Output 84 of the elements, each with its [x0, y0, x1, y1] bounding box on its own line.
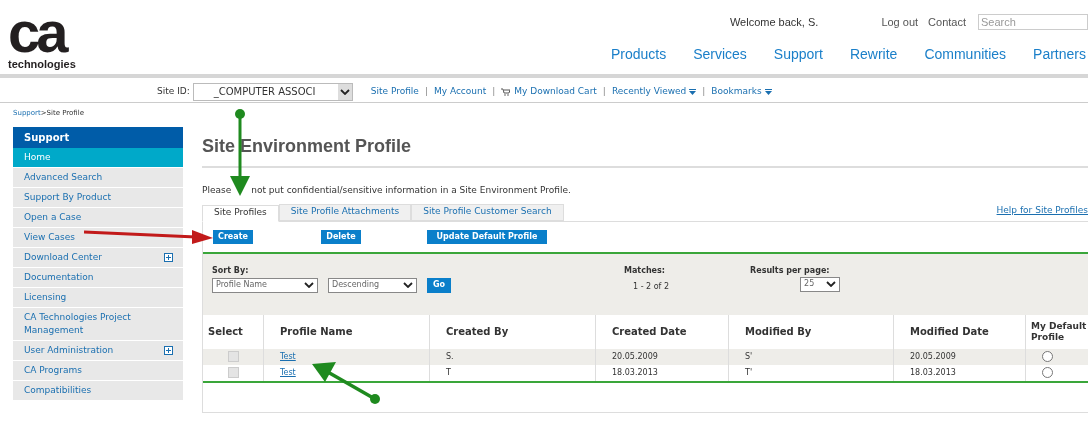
sidebar-item[interactable]: Compatibilities — [13, 381, 183, 401]
profile-link[interactable]: Test — [280, 350, 296, 363]
nav-link[interactable]: Partners — [1033, 44, 1086, 65]
notice-text: Please — [202, 184, 232, 197]
logo-wordmark: ca — [8, 12, 66, 52]
notice-text: not put confidential/sensitive information in a Site Environment Profile. — [251, 184, 571, 197]
annotation-arrow — [312, 362, 382, 406]
site-link[interactable]: My Account — [433, 84, 487, 99]
expand-icon — [164, 253, 173, 262]
sort-field-dropdown[interactable]: Profile Name — [212, 277, 318, 293]
nav-link[interactable]: Support — [773, 44, 823, 65]
sidebar-item[interactable]: View Cases — [13, 228, 183, 248]
cart-icon — [501, 87, 511, 96]
profile-link[interactable]: Test — [280, 366, 296, 379]
table-cell: 20.05.2009 — [910, 350, 956, 363]
nav-link[interactable]: Rewrite — [849, 44, 898, 65]
link-separator: | — [424, 84, 428, 98]
column-header: Created Date — [612, 325, 687, 339]
matches-value: 1 - 2 of 2 — [633, 280, 670, 293]
default-radio[interactable] — [1042, 367, 1053, 378]
nav-link[interactable]: Products — [610, 44, 667, 65]
column-header: Modified By — [745, 325, 812, 339]
sort-order-dropdown[interactable]: Descending — [328, 277, 417, 293]
dropdown-icon — [689, 88, 697, 95]
site-link[interactable]: Recently Viewed — [611, 84, 687, 99]
column-header: Modified Date — [910, 325, 989, 339]
table-cell: 18.03.2013 — [910, 366, 956, 379]
sidebar-title: Support — [13, 127, 183, 148]
sidebar-item[interactable]: CA Programs — [13, 361, 183, 381]
action-button[interactable]: Update Default Profile — [427, 229, 547, 244]
table-cell: T' — [745, 366, 753, 379]
sidebar-item[interactable]: Download Center — [13, 248, 183, 268]
default-radio[interactable] — [1042, 351, 1053, 362]
sidebar-item[interactable]: User Administration — [13, 341, 183, 361]
row-checkbox[interactable] — [227, 367, 239, 378]
go-button[interactable]: Go — [427, 277, 451, 293]
action-button[interactable]: Create — [213, 229, 253, 244]
column-header: Profile Name — [280, 325, 353, 339]
nav-link[interactable]: Communities — [924, 44, 1007, 65]
sidebar-item[interactable]: Documentation — [13, 268, 183, 288]
per-page-dropdown[interactable]: 25 — [800, 276, 841, 292]
matches-label: Matches: — [624, 264, 666, 277]
help-link[interactable]: Help for Site Profiles — [996, 204, 1088, 218]
column-header: My Default Profile — [1031, 320, 1088, 343]
sort-label: Sort By: — [212, 264, 250, 277]
site-link[interactable]: Bookmarks — [711, 84, 762, 99]
table-cell: T — [446, 366, 451, 379]
tab[interactable]: Site Profile Customer Search — [411, 203, 564, 221]
per-page-label: Results per page: — [750, 264, 831, 277]
tab[interactable]: Site Profile Attachments — [278, 203, 412, 221]
nav-link[interactable]: Services — [693, 44, 747, 65]
welcome-text: Welcome back, S. — [729, 14, 819, 30]
table-cell: 18.03.2013 — [612, 366, 658, 379]
dropdown-icon — [764, 88, 772, 95]
caret-icon — [339, 88, 350, 95]
site-id-label: Site ID: — [157, 84, 190, 98]
sidebar-item[interactable]: Licensing — [13, 288, 183, 308]
link-separator: | — [602, 84, 606, 98]
sidebar-item[interactable]: Open a Case — [13, 208, 183, 228]
site-id-dropdown[interactable]: _COMPUTER ASSOCI — [192, 82, 353, 101]
link-separator: | — [702, 84, 706, 98]
logo-subtitle: technologies — [8, 57, 77, 72]
link-separator: | — [492, 84, 496, 98]
sidebar-item[interactable]: CA Technologies Project Management — [13, 308, 183, 341]
table-cell: 20.05.2009 — [612, 350, 658, 363]
action-button[interactable]: Delete — [321, 229, 361, 244]
column-header: Select — [208, 325, 243, 339]
row-checkbox[interactable] — [227, 351, 239, 362]
sidebar-item[interactable]: Advanced Search — [13, 168, 183, 188]
column-header: Created By — [446, 325, 509, 339]
expand-icon — [164, 346, 173, 355]
search-field[interactable]: Search — [978, 14, 1088, 30]
sidebar-item[interactable]: Home — [13, 148, 183, 168]
site-link[interactable]: Site Profile — [370, 84, 419, 99]
table-cell: S. — [446, 350, 454, 363]
header-link[interactable]: Log out — [881, 13, 919, 31]
site-link[interactable]: My Download Cart — [514, 84, 597, 99]
caret-icon — [826, 281, 837, 287]
tab[interactable]: Site Profiles — [202, 204, 279, 222]
header-link[interactable]: Contact — [928, 13, 966, 31]
table-cell: S' — [745, 350, 753, 363]
caret-icon — [304, 282, 314, 288]
sidebar-item[interactable]: Support By Product — [13, 188, 183, 208]
caret-icon — [403, 282, 413, 288]
